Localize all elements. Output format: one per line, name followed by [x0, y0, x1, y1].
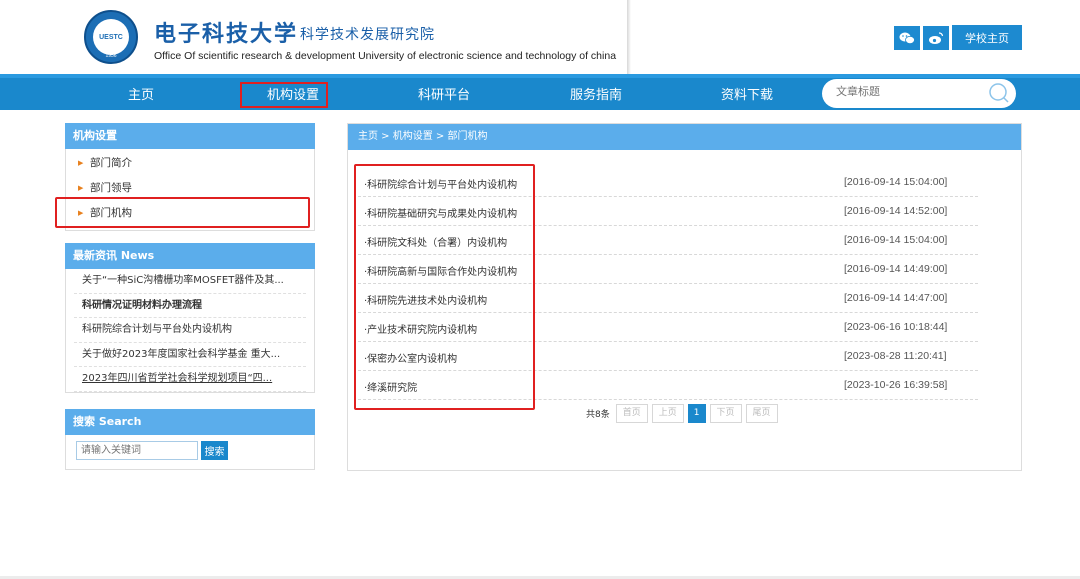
department-name-english: Office Of scientific research & developm…: [154, 50, 617, 62]
list-item-date: [2023-10-26 16:39:58]: [844, 379, 948, 391]
logo-year: 1956: [105, 53, 117, 59]
nav-item-research-platform[interactable]: 科研平台: [418, 87, 470, 105]
list-item-date: [2023-08-28 11:20:41]: [844, 350, 947, 362]
university-name: 电子科技大学: [154, 21, 299, 47]
main-content: 主页 > 机构设置 > 部门机构 ·科研院综合计划与平台处内设机构 [2016-0…: [347, 123, 1022, 471]
breadcrumb: 主页 > 机构设置 > 部门机构: [348, 124, 1021, 150]
nav-item-downloads[interactable]: 资料下载: [721, 87, 773, 105]
keyword-search-button[interactable]: 搜索: [201, 440, 228, 460]
sidebar-item-label: 部门简介: [90, 157, 132, 169]
arrow-right-icon: ▶: [78, 159, 84, 167]
list-item-date: [2016-09-14 14:47:00]: [844, 292, 948, 304]
nav-highlight-box: [240, 82, 328, 108]
news-item[interactable]: 科研院综合计划与平台处内设机构: [74, 318, 306, 343]
nav-item-home[interactable]: 主页: [128, 87, 154, 105]
list-highlight-box: [354, 164, 535, 410]
total-count: 共8条: [586, 409, 610, 420]
sidebar-highlight-box: [55, 197, 310, 228]
header-divider: [627, 0, 631, 74]
news-item[interactable]: 科研情况证明材料办理流程: [74, 294, 306, 318]
news-section-title: 最新资讯 News: [65, 243, 315, 269]
main-nav: 主页 机构设置 科研平台 服务指南 资料下载: [0, 74, 1080, 110]
list-item-date: [2016-09-14 14:52:00]: [844, 205, 948, 217]
news-list: 关于“一种SiC沟槽栅功率MOSFET器件及其... 科研情况证明材料办理流程 …: [65, 269, 315, 393]
sidebar-section-title: 机构设置: [65, 123, 315, 149]
next-page-button[interactable]: 下页: [709, 403, 742, 423]
first-page-button[interactable]: 首页: [615, 403, 648, 423]
news-item[interactable]: 关于“一种SiC沟槽栅功率MOSFET器件及其...: [74, 269, 306, 294]
last-page-button[interactable]: 尾页: [745, 403, 778, 423]
article-search-box: [822, 79, 1016, 108]
article-search-input[interactable]: [836, 85, 976, 98]
list-item-date: [2023-06-16 10:18:44]: [844, 321, 948, 333]
nav-item-service-guide[interactable]: 服务指南: [570, 87, 622, 105]
logo-text: UESTC: [93, 19, 129, 55]
sidebar: 机构设置 ▶ 部门简介 ▶ 部门领导 ▶ 部门机构 最新资讯 News 关于“一种Si…: [55, 123, 315, 470]
weibo-icon[interactable]: [923, 26, 949, 50]
news-item[interactable]: 关于做好2023年度国家社会科学基金 重大...: [74, 343, 306, 367]
sidebar-item-label: 部门领导: [90, 182, 132, 194]
wechat-icon[interactable]: [894, 26, 920, 50]
current-page[interactable]: 1: [687, 403, 706, 423]
department-name: 科学技术发展研究院: [300, 27, 435, 43]
pagination: 共8条 首页 上页 1 下页 尾页: [586, 403, 782, 423]
search-section-title: 搜索 Search: [65, 408, 315, 435]
prev-page-button[interactable]: 上页: [651, 403, 684, 423]
list-item-date: [2016-09-14 15:04:00]: [844, 234, 948, 246]
list-item-date: [2016-09-14 14:49:00]: [844, 263, 948, 275]
university-logo[interactable]: UESTC 1956: [84, 10, 138, 64]
search-icon[interactable]: [988, 82, 1010, 104]
list-item-date: [2016-09-14 15:04:00]: [844, 176, 948, 188]
school-home-button[interactable]: 学校主页: [952, 25, 1022, 50]
news-item[interactable]: 2023年四川省哲学社会科学规划项目“四...: [74, 367, 306, 392]
sidebar-item-intro[interactable]: ▶ 部门简介: [66, 151, 314, 176]
site-header: UESTC 1956 电子科技大学 科学技术发展研究院 Office Of sc…: [0, 0, 1080, 74]
keyword-input[interactable]: [76, 440, 198, 460]
keyword-search-panel: 搜索: [65, 434, 315, 470]
